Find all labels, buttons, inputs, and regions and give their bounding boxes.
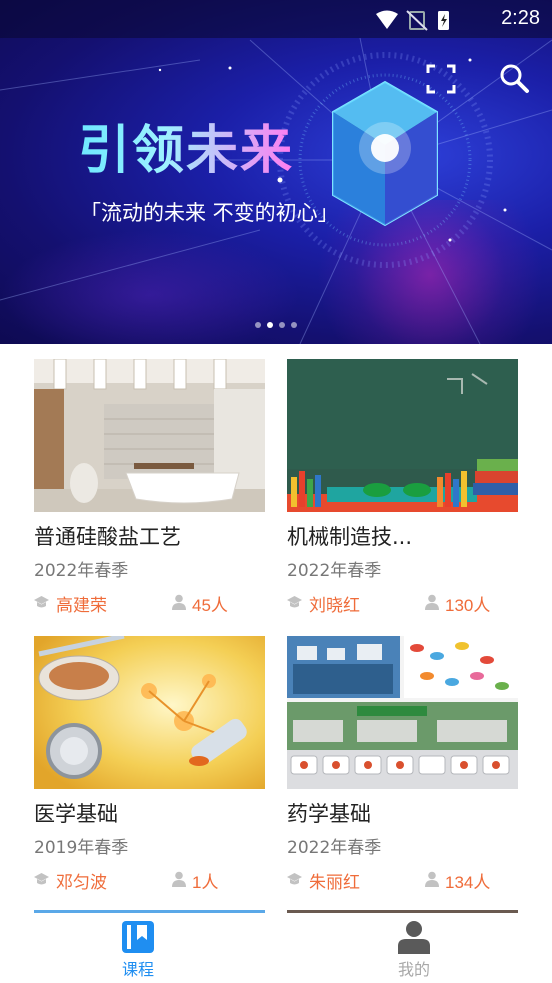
next-card-peek [287,910,518,913]
user-icon [398,921,430,954]
book-icon [122,921,154,953]
status-time: 2:28 [501,7,540,29]
search-icon[interactable] [498,62,532,96]
person-icon [172,871,186,887]
teacher-name: 刘晓红 [309,596,360,616]
course-term: 2019年春季 [34,838,129,858]
tab-mine[interactable]: 我的 [276,910,552,983]
course-thumbnail[interactable] [287,636,518,789]
graduation-cap-icon [34,596,49,608]
student-count: 134人 [445,873,491,892]
course-meta: 邓匀波 1人 [34,868,265,893]
course-thumbnail[interactable] [287,359,518,512]
carousel-dot[interactable] [291,322,297,328]
course-card[interactable]: 普通硅酸盐工艺 2022年春季 高建荣 45人 [34,359,265,616]
course-thumbnail[interactable] [34,636,265,789]
course-thumbnail[interactable] [34,359,265,512]
course-card[interactable]: 医学基础 2019年春季 邓匀波 1人 [34,636,265,893]
next-card-peek [34,910,265,913]
person-icon [425,871,439,887]
carousel-dot-active[interactable] [267,322,273,328]
bottom-navigation: 课程 我的 [0,910,552,983]
banner-title: 引领未来 [78,108,294,183]
tab-courses-label: 课程 [121,960,154,979]
graduation-cap-icon [287,873,302,885]
student-count: 1人 [192,873,219,892]
course-card[interactable]: 机械制造技... 2022年春季 刘晓红 130人 [287,359,518,616]
graduation-cap-icon [287,596,302,608]
course-card[interactable]: 药学基础 2022年春季 朱丽红 134人 [287,636,518,893]
promo-banner[interactable]: 引领未来 「流动的未来 不变的初心」 [0,0,552,344]
course-meta: 高建荣 45人 [34,591,265,616]
student-count: 45人 [192,596,228,615]
course-title[interactable]: 机械制造技... [287,521,412,551]
course-meta: 朱丽红 134人 [287,868,518,893]
course-title[interactable]: 普通硅酸盐工艺 [34,521,181,551]
status-icons [376,10,449,31]
banner-subtitle: 「流动的未来 不变的初心」 [80,201,339,225]
course-meta: 刘晓红 130人 [287,591,518,616]
course-term: 2022年春季 [287,561,382,581]
wifi-icon [376,10,398,29]
status-bar: 2:28 [0,0,552,38]
teacher-name: 高建荣 [56,596,107,616]
course-term: 2022年春季 [34,561,129,581]
fullscreen-icon[interactable] [424,62,458,96]
carousel-dot[interactable] [255,322,261,328]
course-title[interactable]: 药学基础 [287,798,371,828]
carousel-indicator[interactable] [255,322,297,328]
teacher-name: 朱丽红 [309,873,360,893]
teacher-name: 邓匀波 [56,873,107,893]
tab-courses[interactable]: 课程 [0,910,276,983]
person-icon [172,594,186,610]
tab-mine-label: 我的 [397,960,430,979]
student-count: 130人 [445,596,491,615]
course-term: 2022年春季 [287,838,382,858]
carousel-dot[interactable] [279,322,285,328]
graduation-cap-icon [34,873,49,885]
course-title[interactable]: 医学基础 [34,798,118,828]
person-icon [425,594,439,610]
